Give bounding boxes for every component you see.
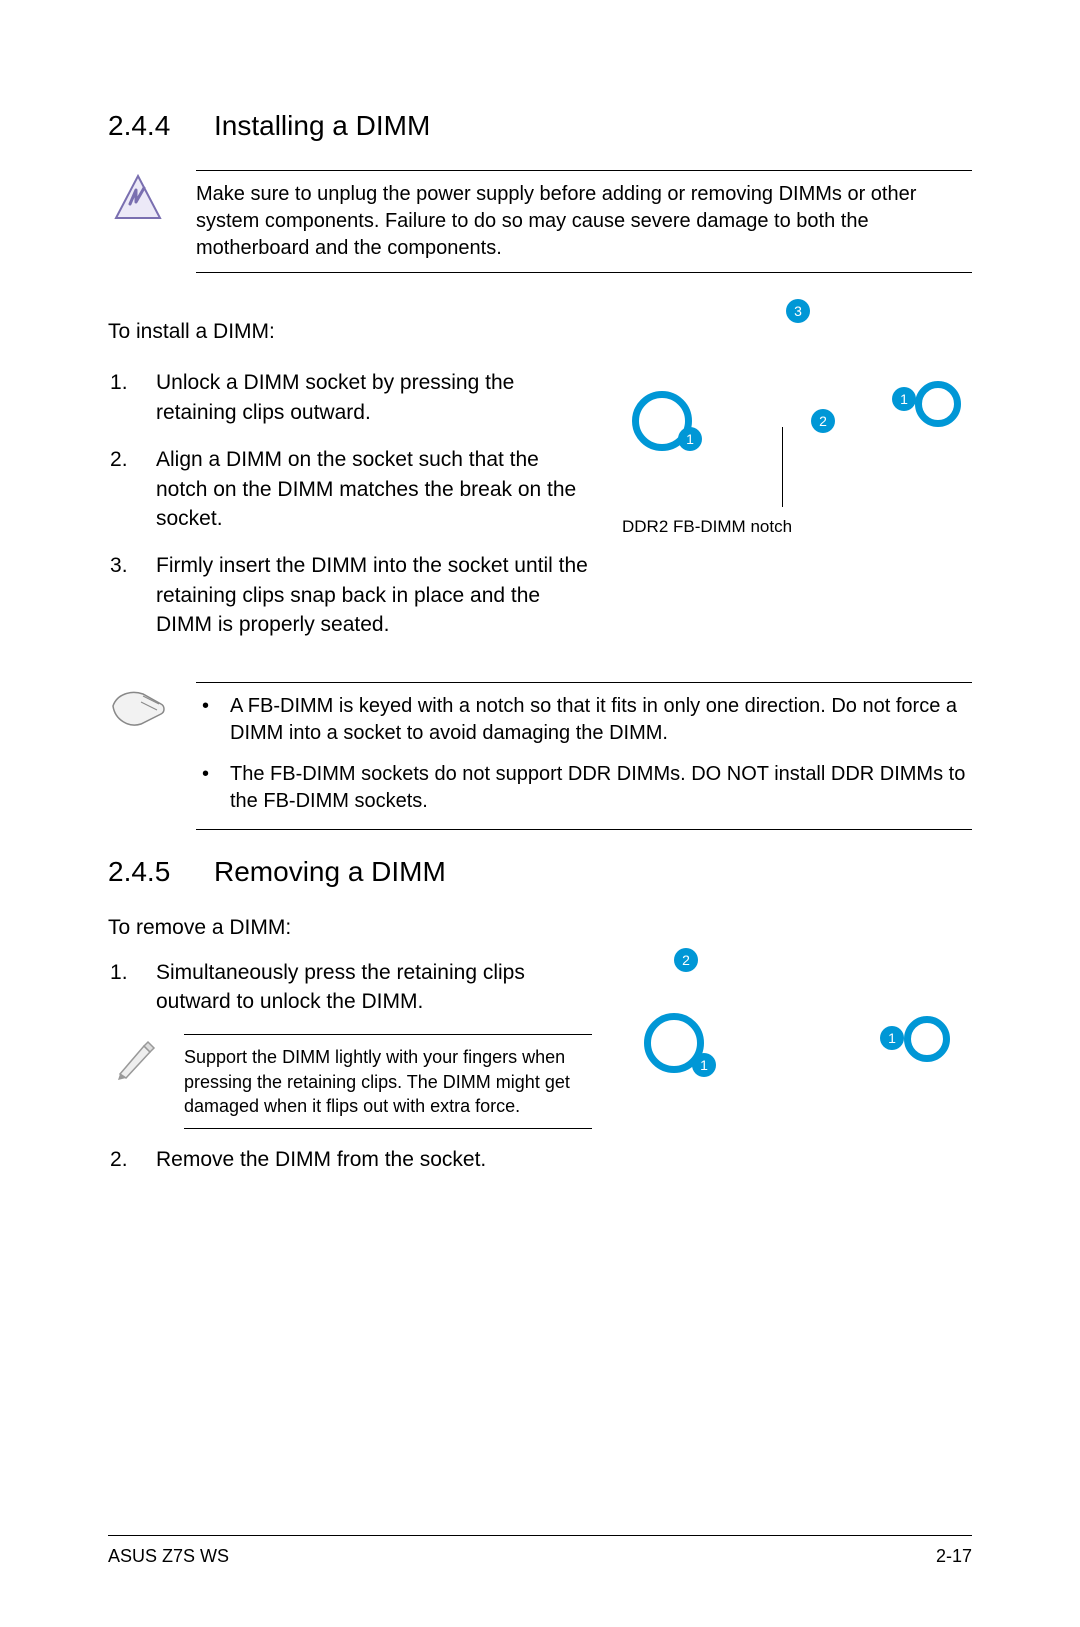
install-diagram: 1 2 3 1 DDR2 FB-DIMM notch bbox=[612, 299, 972, 539]
install-step: Unlock a DIMM socket by pressing the ret… bbox=[108, 368, 592, 427]
divider bbox=[196, 272, 972, 273]
install-steps: Unlock a DIMM socket by pressing the ret… bbox=[108, 368, 592, 639]
remove-intro: To remove a DIMM: bbox=[108, 916, 972, 940]
divider bbox=[196, 682, 972, 683]
diagram-marker: 1 bbox=[892, 387, 916, 411]
install-step: Align a DIMM on the socket such that the… bbox=[108, 445, 592, 533]
section-title: Removing a DIMM bbox=[214, 856, 446, 888]
remove-step: Simultaneously press the retaining clips… bbox=[108, 958, 592, 1017]
inline-note-text: Support the DIMM lightly with your finge… bbox=[184, 1045, 592, 1118]
warning-callout: Make sure to unplug the power supply bef… bbox=[108, 170, 972, 273]
notch-label: DDR2 FB-DIMM notch bbox=[622, 517, 792, 537]
footer-product: ASUS Z7S WS bbox=[108, 1546, 229, 1567]
retaining-clip-ring-icon bbox=[915, 381, 961, 427]
remove-step: Remove the DIMM from the socket. bbox=[108, 1145, 592, 1174]
section-title: Installing a DIMM bbox=[214, 110, 430, 142]
diagram-marker: 1 bbox=[678, 427, 702, 451]
install-content: To install a DIMM: Unlock a DIMM socket … bbox=[108, 299, 972, 658]
note-item: A FB-DIMM is keyed with a notch so that … bbox=[196, 693, 972, 747]
divider bbox=[196, 829, 972, 830]
notch-pointer-line bbox=[782, 427, 783, 507]
warning-icon bbox=[108, 170, 168, 273]
page-footer: ASUS Z7S WS 2-17 bbox=[108, 1535, 972, 1567]
note-pen-icon bbox=[108, 1034, 164, 1129]
retaining-clip-ring-icon bbox=[904, 1016, 950, 1062]
section-number: 2.4.5 bbox=[108, 856, 178, 888]
footer-page-number: 2-17 bbox=[936, 1546, 972, 1567]
section-heading-remove: 2.4.5 Removing a DIMM bbox=[108, 856, 972, 888]
diagram-marker: 1 bbox=[692, 1053, 716, 1077]
remove-steps-cont: Remove the DIMM from the socket. bbox=[108, 1145, 592, 1174]
note-hand-icon bbox=[108, 682, 168, 830]
section-heading-install: 2.4.4 Installing a DIMM bbox=[108, 110, 972, 142]
note-callout: A FB-DIMM is keyed with a notch so that … bbox=[108, 682, 972, 830]
remove-content: Simultaneously press the retaining clips… bbox=[108, 958, 972, 1193]
diagram-marker: 2 bbox=[674, 948, 698, 972]
section-number: 2.4.4 bbox=[108, 110, 178, 142]
install-intro: To install a DIMM: bbox=[108, 317, 592, 346]
install-step: Firmly insert the DIMM into the socket u… bbox=[108, 551, 592, 639]
note-item: The FB-DIMM sockets do not support DDR D… bbox=[196, 761, 972, 815]
remove-diagram: 2 1 1 bbox=[612, 958, 972, 1128]
diagram-marker: 2 bbox=[811, 409, 835, 433]
diagram-marker: 3 bbox=[786, 299, 810, 323]
warning-text: Make sure to unplug the power supply bef… bbox=[196, 181, 972, 262]
footer-rule bbox=[108, 1535, 972, 1536]
remove-steps: Simultaneously press the retaining clips… bbox=[108, 958, 592, 1017]
divider bbox=[196, 170, 972, 171]
inline-note: Support the DIMM lightly with your finge… bbox=[108, 1034, 592, 1129]
diagram-marker: 1 bbox=[880, 1026, 904, 1050]
